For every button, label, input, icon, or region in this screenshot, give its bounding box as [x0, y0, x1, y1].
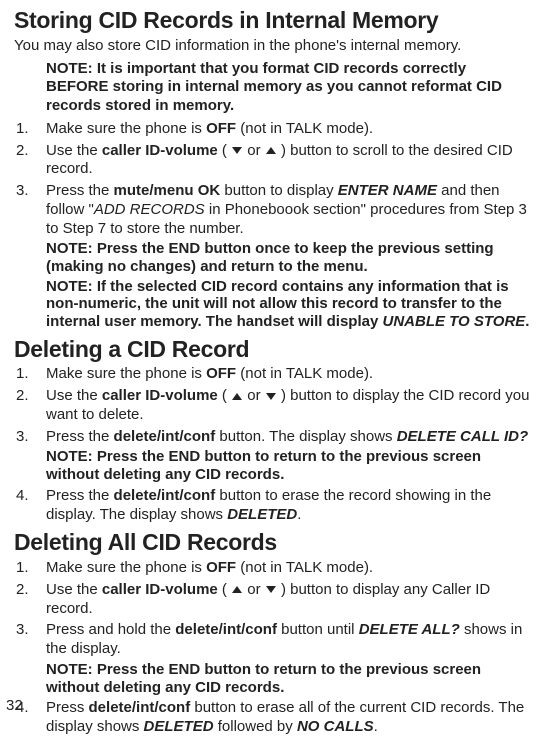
step-text: (	[218, 581, 231, 598]
arrow-up-icon	[266, 147, 276, 154]
step-text: Press	[46, 699, 89, 716]
step-text: button until	[277, 621, 359, 638]
step-text: (not in TALK mode).	[236, 365, 373, 382]
list-item: 1. Make sure the phone is OFF (not in TA…	[14, 120, 530, 139]
list-item: 3. Press and hold the delete/int/conf bu…	[14, 621, 530, 696]
list-item: 2. Use the caller ID-volume ( or ) butto…	[14, 142, 530, 180]
steps-section3: 1. Make sure the phone is OFF (not in TA…	[14, 559, 530, 737]
bold-text: OFF	[206, 365, 236, 382]
step-text: (not in TALK mode).	[236, 120, 373, 137]
step-text: Press the	[46, 428, 114, 445]
bold-text: delete/int/conf	[114, 428, 216, 445]
heading-deleting-all-cid: Deleting All CID Records	[14, 528, 530, 557]
step-number: 3.	[16, 428, 29, 447]
steps-section1: 1. Make sure the phone is OFF (not in TA…	[14, 120, 530, 331]
step-text: or	[243, 581, 265, 598]
bold-text: delete/int/conf	[114, 487, 216, 504]
step-number: 2.	[16, 142, 29, 161]
page-number: 32	[6, 697, 23, 716]
bold-text: OFF	[206, 120, 236, 137]
list-item: 1. Make sure the phone is OFF (not in TA…	[14, 559, 530, 578]
step-number: 1.	[16, 559, 29, 578]
bold-text: caller ID-volume	[102, 581, 218, 598]
list-item: 4. Press delete/int/conf button to erase…	[14, 699, 530, 737]
note-format: NOTE: It is important that you format CI…	[46, 60, 530, 116]
step-text: followed by	[214, 718, 297, 735]
arrow-up-icon	[232, 586, 242, 593]
step-number: 2.	[16, 581, 29, 600]
arrow-down-icon	[232, 147, 242, 154]
step-text: button to display	[220, 182, 338, 199]
step-text: .	[297, 506, 301, 523]
list-item: 3. Press the delete/int/conf button. The…	[14, 428, 530, 484]
step-text: Make sure the phone is	[46, 559, 206, 576]
list-item: 1. Make sure the phone is OFF (not in TA…	[14, 365, 530, 384]
step-number: 1.	[16, 365, 29, 384]
bold-text: caller ID-volume	[102, 387, 218, 404]
note-text: .	[525, 313, 529, 330]
sub-note: NOTE: Press the END button once to keep …	[46, 240, 530, 275]
step-text: Make sure the phone is	[46, 120, 206, 137]
bold-text: delete/int/conf	[175, 621, 277, 638]
bold-italic-text: DELETED	[144, 718, 214, 735]
step-text: Use the	[46, 142, 102, 159]
step-text: .	[374, 718, 378, 735]
step-text: Press and hold the	[46, 621, 175, 638]
step-text: Use the	[46, 387, 102, 404]
bold-italic-text: ENTER NAME	[338, 182, 437, 199]
heading-deleting-cid: Deleting a CID Record	[14, 335, 530, 364]
italic-text: ADD RECORDS	[94, 201, 205, 218]
sub-note: NOTE: Press the END button to return to …	[46, 448, 530, 483]
bold-text: mute/menu OK	[114, 182, 221, 199]
step-number: 1.	[16, 120, 29, 139]
step-number: 3.	[16, 621, 29, 640]
intro-text: You may also store CID information in th…	[14, 37, 530, 56]
bold-text: OFF	[206, 559, 236, 576]
steps-section2: 1. Make sure the phone is OFF (not in TA…	[14, 365, 530, 524]
sub-note: NOTE: If the selected CID record contain…	[46, 278, 530, 331]
step-text: (	[218, 142, 231, 159]
step-text: or	[243, 387, 265, 404]
sub-note: NOTE: Press the END button to return to …	[46, 661, 530, 696]
step-number: 2.	[16, 387, 29, 406]
step-number: 4.	[16, 487, 29, 506]
bold-text: caller ID-volume	[102, 142, 218, 159]
step-text: Press the	[46, 182, 114, 199]
arrow-down-icon	[266, 393, 276, 400]
step-text: or	[243, 142, 265, 159]
bold-italic-text: UNABLE TO STORE	[382, 313, 525, 330]
list-item: 2. Use the caller ID-volume ( or ) butto…	[14, 581, 530, 619]
step-text: Use the	[46, 581, 102, 598]
step-text: Make sure the phone is	[46, 365, 206, 382]
arrow-up-icon	[232, 393, 242, 400]
step-text: Press the	[46, 487, 114, 504]
step-text: (	[218, 387, 231, 404]
heading-storing-cid: Storing CID Records in Internal Memory	[14, 6, 530, 35]
step-text: (not in TALK mode).	[236, 559, 373, 576]
step-number: 3.	[16, 182, 29, 201]
list-item: 4. Press the delete/int/conf button to e…	[14, 487, 530, 525]
bold-italic-text: DELETE ALL?	[359, 621, 460, 638]
bold-italic-text: NO CALLS	[297, 718, 374, 735]
bold-italic-text: DELETED	[227, 506, 297, 523]
step-text: button. The display shows	[215, 428, 397, 445]
list-item: 2. Use the caller ID-volume ( or ) butto…	[14, 387, 530, 425]
bold-text: delete/int/conf	[89, 699, 191, 716]
list-item: 3. Press the mute/menu OK button to disp…	[14, 182, 530, 331]
bold-italic-text: DELETE CALL ID?	[397, 428, 528, 445]
arrow-down-icon	[266, 586, 276, 593]
